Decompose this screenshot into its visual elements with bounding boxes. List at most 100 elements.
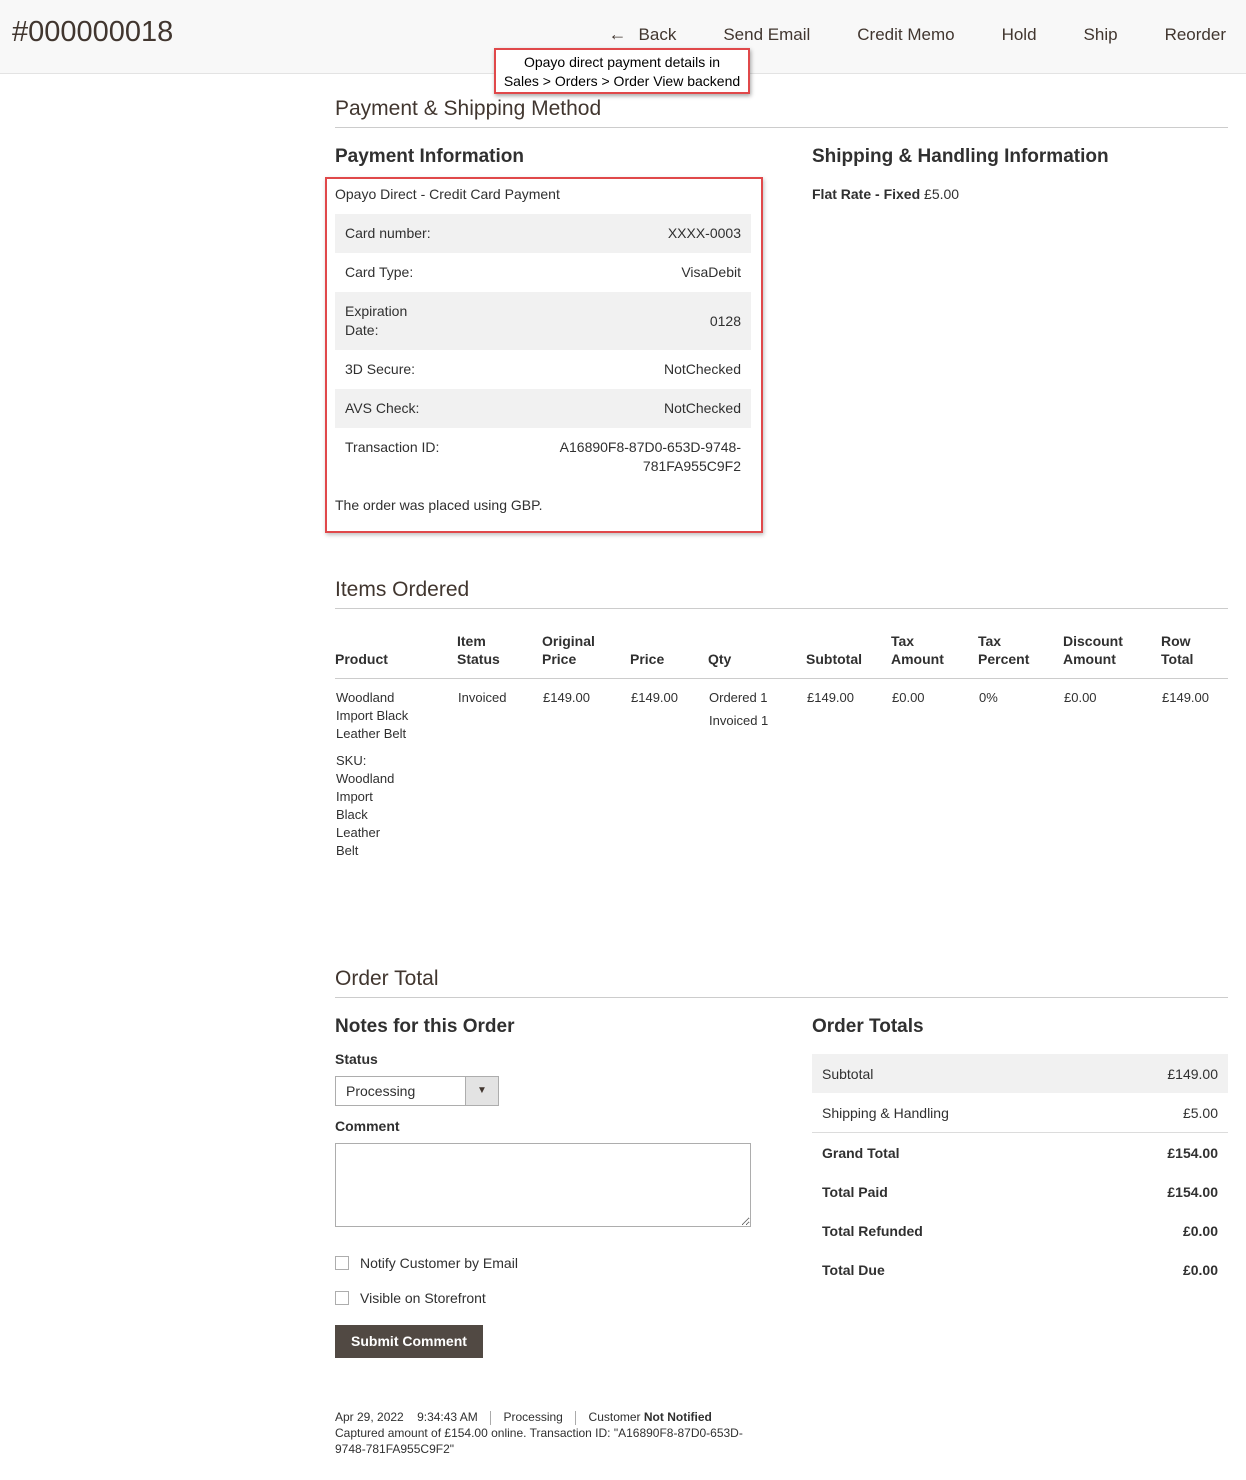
payment-details-table: Card number: XXXX-0003 Card Type: VisaDe… (335, 214, 751, 486)
col-row-total: Row Total (1161, 632, 1228, 679)
totals-value: £0.00 (1182, 1261, 1218, 1278)
totals-row-shipping: Shipping & Handling £5.00 (812, 1093, 1228, 1133)
row-label: Card number: (345, 225, 431, 241)
cell-discount: £0.00 (1064, 690, 1097, 705)
shipping-method-name: Flat Rate - Fixed (812, 186, 921, 202)
row-value: A16890F8-87D0-653D-9748-781FA955C9F2 (559, 439, 741, 474)
payment-information-title: Payment Information (335, 146, 524, 167)
send-email-button[interactable]: Send Email (723, 25, 810, 45)
sku-value: Woodland Import Black Leather Belt (336, 771, 395, 858)
col-product: Product (335, 632, 457, 679)
comment-label: Comment (335, 1118, 400, 1134)
totals-row-total-refunded: Total Refunded £0.00 (812, 1211, 1228, 1250)
notes-title: Notes for this Order (335, 1016, 515, 1037)
visible-storefront-label: Visible on Storefront (360, 1290, 486, 1306)
row-label: 3D Secure: (345, 361, 416, 377)
history-time: 9:34:43 AM (417, 1410, 478, 1424)
arrow-left-icon: ← (608, 24, 627, 44)
section-title-items: Items Ordered (335, 578, 1228, 609)
checkbox-box[interactable] (335, 1256, 349, 1270)
row-label: Transaction ID: (345, 439, 440, 455)
totals-label: Shipping & Handling (822, 1104, 949, 1121)
cell-tax-percent: 0% (979, 690, 998, 705)
col-original-price: Original Price (542, 632, 630, 679)
col-tax-amount: Tax Amount (891, 632, 978, 679)
reorder-button[interactable]: Reorder (1165, 25, 1226, 45)
totals-value: £0.00 (1182, 1222, 1218, 1239)
credit-memo-button[interactable]: Credit Memo (857, 25, 954, 45)
ship-button[interactable]: Ship (1084, 25, 1118, 45)
order-totals-title: Order Totals (812, 1016, 924, 1037)
col-subtotal: Subtotal (806, 632, 891, 679)
totals-label: Total Due (822, 1261, 885, 1278)
totals-label: Grand Total (822, 1144, 900, 1161)
col-discount-amount: Discount Amount (1063, 632, 1161, 679)
payment-row-expiration: Expiration Date: 0128 (335, 292, 751, 350)
comment-textarea[interactable] (335, 1143, 751, 1227)
totals-row-total-due: Total Due £0.00 (812, 1250, 1228, 1289)
row-value: NotChecked (663, 400, 741, 416)
chevron-down-icon[interactable]: ▼ (465, 1077, 498, 1105)
order-number: #000000018 (12, 16, 174, 48)
shipping-method-price: £5.00 (924, 186, 960, 202)
back-button[interactable]: ← Back (609, 24, 677, 45)
table-row: Woodland Import Black Leather Belt SKU: … (335, 679, 1228, 862)
cell-subtotal: £149.00 (807, 690, 854, 705)
checkbox-box[interactable] (335, 1291, 349, 1305)
cell-price: £149.00 (631, 690, 678, 705)
col-item-status: Item Status (457, 632, 542, 679)
divider (575, 1410, 577, 1425)
notify-customer-label: Notify Customer by Email (360, 1255, 518, 1271)
callout-line-2: Sales > Orders > Order View backend (503, 73, 741, 89)
history-status: Processing (503, 1410, 563, 1424)
totals-label: Total Paid (822, 1183, 888, 1200)
cell-item-status: Invoiced (458, 690, 507, 705)
col-original-price-label: Original Price (542, 633, 595, 667)
items-header-row: Product Item Status Original Price Price… (335, 632, 1228, 679)
product-sku: SKU: Woodland Import Black Leather Belt (336, 752, 406, 860)
notify-customer-checkbox[interactable]: Notify Customer by Email (335, 1255, 518, 1271)
row-label: Card Type: (345, 264, 414, 280)
totals-label: Total Refunded (822, 1222, 923, 1239)
totals-row-total-paid: Total Paid £154.00 (812, 1172, 1228, 1211)
qty-invoiced: Invoiced 1 (709, 713, 769, 728)
col-price: Price (630, 632, 708, 679)
hold-button[interactable]: Hold (1002, 25, 1037, 45)
col-tax-amount-label: Tax Amount (891, 633, 944, 667)
section-title-payment-shipping: Payment & Shipping Method (335, 97, 1228, 128)
payment-row-card-type: Card Type: VisaDebit (335, 253, 751, 292)
row-value: NotChecked (663, 361, 741, 377)
totals-row-grand-total: Grand Total £154.00 (812, 1133, 1228, 1172)
order-totals-table: Subtotal £149.00 Shipping & Handling £5.… (812, 1054, 1228, 1289)
status-select[interactable]: Processing ▼ (335, 1076, 499, 1106)
sku-label: SKU: (336, 753, 367, 768)
qty-ordered: Ordered 1 (709, 690, 768, 705)
payment-row-card-number: Card number: XXXX-0003 (335, 214, 751, 253)
row-label: AVS Check: (345, 400, 420, 416)
totals-value: £154.00 (1167, 1144, 1218, 1161)
totals-value: £149.00 (1167, 1065, 1218, 1082)
divider (490, 1410, 492, 1425)
section-title-order-total: Order Total (335, 967, 1228, 998)
col-tax-percent-label: Tax Percent (978, 633, 1030, 667)
payment-row-transaction-id: Transaction ID: A16890F8-87D0-653D-9748-… (335, 428, 751, 486)
totals-label: Subtotal (822, 1065, 874, 1082)
visible-storefront-checkbox[interactable]: Visible on Storefront (335, 1290, 486, 1306)
cell-tax-amount: £0.00 (892, 690, 925, 705)
col-row-total-label: Row Total (1161, 633, 1194, 667)
status-label: Status (335, 1051, 378, 1067)
col-discount-amount-label: Discount Amount (1063, 633, 1123, 667)
submit-comment-button[interactable]: Submit Comment (335, 1325, 483, 1358)
row-value: XXXX-0003 (667, 225, 741, 241)
col-tax-percent: Tax Percent (978, 632, 1063, 679)
shipping-method: Flat Rate - Fixed £5.00 (812, 186, 959, 202)
shipping-information-title: Shipping & Handling Information (812, 146, 1109, 167)
history-message: Captured amount of £154.00 online. Trans… (335, 1426, 743, 1456)
annotation-callout: Opayo direct payment details in Sales > … (494, 48, 750, 94)
product-name: Woodland Import Black Leather Belt (336, 690, 409, 741)
payment-row-avs: AVS Check: NotChecked (335, 389, 751, 428)
history-customer: Customer (588, 1410, 641, 1424)
cell-row-total: £149.00 (1162, 690, 1209, 705)
comment-history-entry: Apr 29, 2022 9:34:43 AM Processing Custo… (335, 1409, 755, 1457)
payment-method-name: Opayo Direct - Credit Card Payment (335, 186, 560, 202)
